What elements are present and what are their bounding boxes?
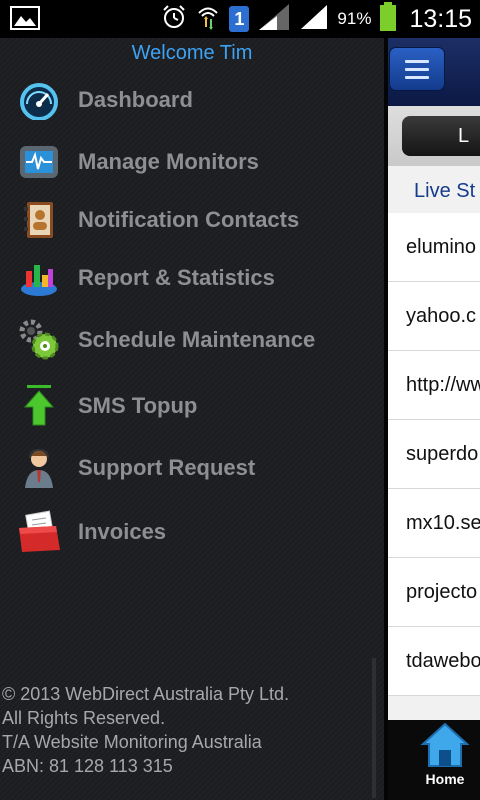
data-transfer-icon	[195, 3, 221, 36]
menu-label: Dashboard	[78, 87, 193, 112]
signal-icon	[299, 3, 329, 36]
segment-button[interactable]: L	[402, 116, 480, 156]
menu-item-dashboard[interactable]: Dashboard	[14, 74, 374, 126]
bottom-nav: Home	[388, 720, 480, 800]
menu-label: Report & Statistics	[78, 265, 275, 290]
menu-label: Notification Contacts	[78, 207, 300, 232]
battery-icon	[379, 1, 397, 37]
footer-line: All Rights Reserved.	[2, 708, 166, 728]
address-book-icon	[14, 195, 64, 245]
bar-chart-icon	[14, 253, 64, 303]
monitor-icon	[14, 137, 64, 187]
navigation-drawer: Welcome Tim Dashboard Manage Monitors No…	[0, 38, 384, 800]
menu-label: Invoices	[78, 519, 167, 544]
status-bar: 1 91% 13:15	[0, 0, 480, 38]
footer-line: T/A Website Monitoring Australia	[2, 732, 262, 752]
support-person-icon	[14, 443, 64, 493]
monitor-list: elumino yahoo.c http://ww superdo mx10.s…	[388, 213, 480, 696]
battery-percent: 91%	[337, 9, 372, 28]
list-item[interactable]: projecto	[388, 558, 480, 627]
list-item[interactable]: elumino	[388, 213, 480, 282]
sub-toolbar: L	[388, 106, 480, 166]
welcome-text: Welcome Tim	[131, 42, 253, 64]
main-content: L Live St elumino yahoo.c http://ww supe…	[384, 38, 480, 800]
alarm-icon	[161, 4, 187, 35]
hamburger-icon-bar	[405, 75, 429, 79]
menu-item-sms-topup[interactable]: SMS Topup	[14, 380, 374, 432]
drawer-scrollbar[interactable]	[372, 658, 376, 798]
home-icon	[420, 722, 470, 767]
menu-label: Support Request	[78, 455, 256, 480]
menu-item-manage-monitors[interactable]: Manage Monitors	[14, 136, 374, 188]
gears-icon	[14, 315, 64, 365]
menu-item-invoices[interactable]: Invoices	[14, 506, 374, 558]
signal-icon	[257, 2, 291, 37]
menu-item-schedule-maintenance[interactable]: Schedule Maintenance	[14, 314, 374, 366]
clock: 13:15	[409, 4, 472, 33]
top-app-bar	[388, 38, 480, 106]
image-icon	[10, 6, 40, 35]
menu-label: Manage Monitors	[78, 149, 259, 174]
footer-line: © 2013 WebDirect Australia Pty Ltd.	[2, 684, 290, 704]
hamburger-icon-bar	[405, 67, 429, 71]
home-tab[interactable]: Home	[418, 722, 472, 787]
upload-arrow-icon	[14, 381, 64, 431]
menu-label: Schedule Maintenance	[78, 327, 316, 352]
invoice-folder-icon	[14, 507, 64, 557]
list-item[interactable]: http://ww	[388, 351, 480, 420]
speedometer-icon	[14, 75, 64, 125]
menu-toggle-button[interactable]	[390, 48, 444, 90]
hamburger-icon-bar	[405, 59, 429, 63]
home-label: Home	[425, 771, 465, 787]
list-item[interactable]: mx10.se	[388, 489, 480, 558]
list-item[interactable]: yahoo.c	[388, 282, 480, 351]
menu-item-support-request[interactable]: Support Request	[14, 442, 374, 494]
footer-line: ABN: 81 128 113 315	[2, 756, 173, 776]
list-item[interactable]: tdawebo	[388, 627, 480, 696]
menu-label: SMS Topup	[78, 393, 198, 418]
copyright-footer: © 2013 WebDirect Australia Pty Ltd. All …	[2, 682, 289, 778]
menu-item-notification-contacts[interactable]: Notification Contacts	[14, 194, 374, 246]
menu-item-report-statistics[interactable]: Report & Statistics	[14, 252, 374, 304]
section-title: Live St	[414, 180, 476, 202]
list-item[interactable]: superdo	[388, 420, 480, 489]
sim-icon: 1	[229, 6, 250, 32]
